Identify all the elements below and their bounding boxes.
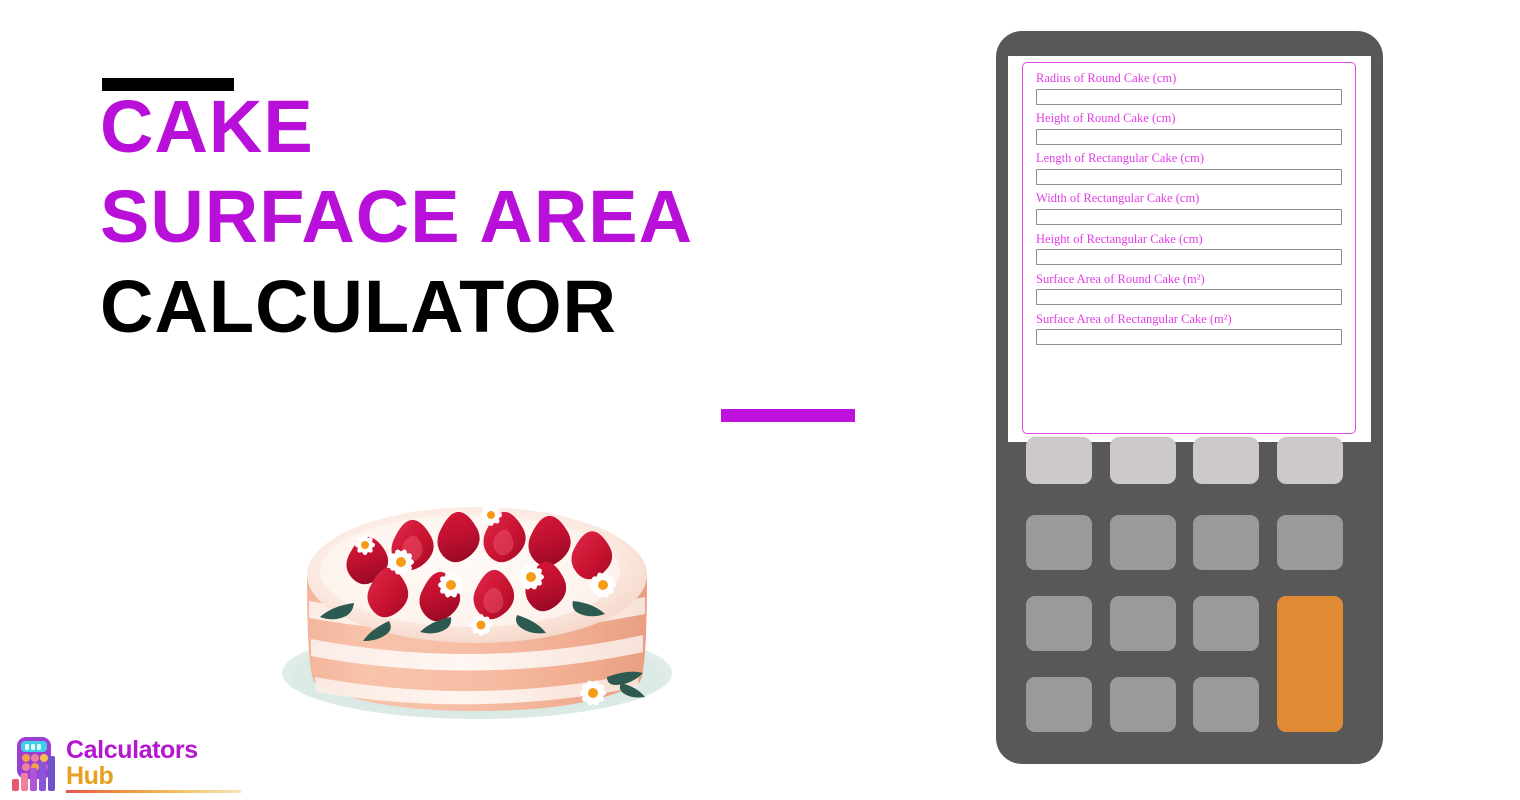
field-surface-area-rect-cake: Surface Area of Rectangular Cake (m²) [1036,312,1342,346]
strawberry-cake-illustration [255,425,705,755]
input-height-round-cake[interactable] [1036,128,1342,145]
title-line-2: SURFACE AREA [100,175,694,259]
logo-line-calculators: Calculators [66,736,198,764]
field-radius-round-cake: Radius of Round Cake (cm) [1036,71,1342,105]
field-width-rect-cake: Width of Rectangular Cake (cm) [1036,191,1342,225]
cake-svg [282,504,672,719]
calculator-key-r1c3[interactable] [1193,437,1259,484]
label-radius-round-cake: Radius of Round Cake (cm) [1036,71,1177,85]
cake-surface-area-form: Radius of Round Cake (cm) Height of Roun… [1022,62,1356,434]
title-line-3: CALCULATOR [100,265,617,349]
calculator-key-r4c3[interactable] [1193,677,1259,732]
input-height-rect-cake[interactable] [1036,249,1342,266]
calculator-key-r3c2[interactable] [1110,596,1176,651]
calculator-key-r2c4[interactable] [1277,515,1343,570]
input-surface-area-rect-cake[interactable] [1036,329,1342,346]
input-surface-area-round-cake[interactable] [1036,289,1342,306]
label-height-rect-cake: Height of Rectangular Cake (cm) [1036,231,1203,246]
logo-underline [66,790,241,794]
calculator-key-r4c2[interactable] [1110,677,1176,732]
field-height-rect-cake: Height of Rectangular Cake (cm) [1036,232,1342,266]
label-length-rect-cake: Length of Rectangular Cake (cm) [1036,151,1204,166]
calculator-key-r4c1[interactable] [1026,677,1092,732]
input-radius-round-cake[interactable] [1036,88,1342,105]
page-root: CAKE SURFACE AREA CALCULATOR Calculators… [0,0,1520,800]
logo-text: Calculators Hub [66,735,241,794]
input-length-rect-cake[interactable] [1036,168,1342,185]
calculator-key-r2c1[interactable] [1026,515,1092,570]
logo-line-hub: Hub [66,762,114,790]
page-title: CAKE SURFACE AREA CALCULATOR [100,60,890,349]
calculator-bar-chart-icon [12,737,55,791]
calculator-key-r2c3[interactable] [1193,515,1259,570]
field-length-rect-cake: Length of Rectangular Cake (cm) [1036,151,1342,185]
calculator-key-r1c2[interactable] [1110,437,1176,484]
title-line-1: CAKE [100,85,314,168]
calculator-key-equals[interactable] [1277,596,1343,732]
calculator-keypad [1026,437,1356,737]
calculator-screen: Radius of Round Cake (cm) Height of Roun… [1008,56,1371,442]
label-surface-area-round-cake: Surface Area of Round Cake (m²) [1036,271,1205,286]
label-width-rect-cake: Width of Rectangular Cake (cm) [1036,191,1200,206]
field-surface-area-round-cake: Surface Area of Round Cake (m²) [1036,272,1342,306]
label-height-round-cake: Height of Round Cake (cm) [1036,111,1176,126]
calculator-key-r1c1[interactable] [1026,437,1092,484]
calculator-key-r3c1[interactable] [1026,596,1092,651]
field-height-round-cake: Height of Round Cake (cm) [1036,111,1342,145]
calculator-device: Radius of Round Cake (cm) Height of Roun… [996,31,1383,764]
calculator-key-r1c4[interactable] [1277,437,1343,484]
calculatorshub-logo[interactable]: Calculators Hub [10,735,241,797]
calculator-key-r3c3[interactable] [1193,596,1259,651]
calculator-key-r2c2[interactable] [1110,515,1176,570]
label-surface-area-rect-cake: Surface Area of Rectangular Cake (m²) [1036,311,1232,326]
title-bottom-rule [721,409,855,422]
input-width-rect-cake[interactable] [1036,209,1342,225]
